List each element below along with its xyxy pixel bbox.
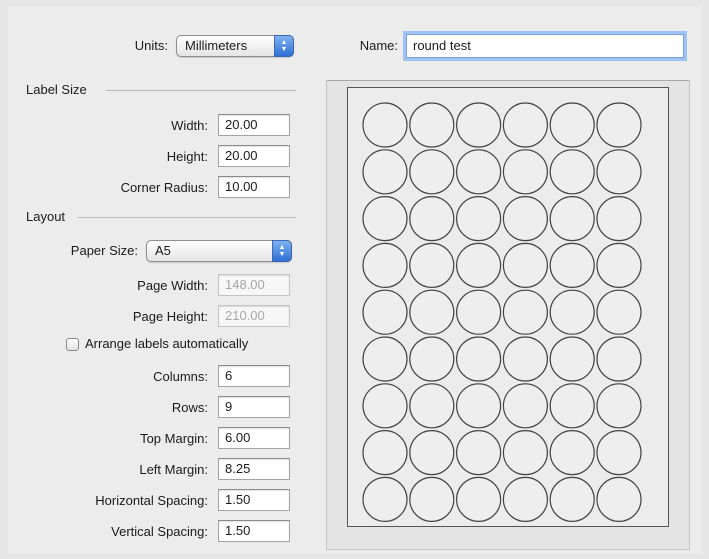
label-circle <box>456 149 502 195</box>
label-circle <box>596 476 642 522</box>
paper-size-popup[interactable]: A5 ▲ ▼ <box>146 240 292 262</box>
arrange-auto-label: Arrange labels automatically <box>85 336 249 351</box>
name-field[interactable]: round test <box>406 34 684 58</box>
top-margin-label: Top Margin: <box>140 431 208 446</box>
popup-arrows-icon: ▲ ▼ <box>274 35 294 57</box>
layout-heading: Layout <box>26 209 66 224</box>
corner-radius-label: Corner Radius: <box>120 180 208 195</box>
label-circle <box>502 476 548 522</box>
page-height-field: 210.00 <box>218 305 290 327</box>
label-circle <box>362 430 408 476</box>
horizontal-spacing-label: Horizontal Spacing: <box>95 493 208 508</box>
width-label: Width: <box>171 118 208 133</box>
label-circle <box>502 196 548 242</box>
vertical-spacing-label: Vertical Spacing: <box>111 524 208 539</box>
label-circle <box>596 102 642 148</box>
label-circle <box>596 242 642 288</box>
label-circle <box>456 430 502 476</box>
left-margin-field[interactable]: 8.25 <box>218 458 290 480</box>
label-circle <box>409 430 455 476</box>
columns-label: Columns: <box>153 369 208 384</box>
label-size-divider <box>106 90 296 91</box>
label-circle <box>502 430 548 476</box>
label-circle <box>596 149 642 195</box>
label-circle <box>596 383 642 429</box>
columns-field[interactable]: 6 <box>218 365 290 387</box>
label-circle <box>549 476 595 522</box>
label-circle <box>549 242 595 288</box>
page-width-label: Page Width: <box>137 278 208 293</box>
height-label: Height: <box>166 149 208 164</box>
label-circle <box>456 102 502 148</box>
label-circle <box>502 149 548 195</box>
label-circle <box>362 289 408 335</box>
label-circle <box>456 383 502 429</box>
label-circle <box>362 102 408 148</box>
width-field[interactable]: 20.00 <box>218 114 290 136</box>
layout-divider <box>78 217 296 218</box>
label-circle <box>409 476 455 522</box>
label-circle <box>362 242 408 288</box>
label-circle <box>549 102 595 148</box>
label-size-heading: Label Size <box>26 82 87 97</box>
top-margin-field[interactable]: 6.00 <box>218 427 290 449</box>
label-circle <box>549 289 595 335</box>
label-circle <box>502 289 548 335</box>
label-circle <box>409 383 455 429</box>
corner-radius-field[interactable]: 10.00 <box>218 176 290 198</box>
units-label: Units: <box>134 38 168 53</box>
label-circle <box>549 430 595 476</box>
label-circle <box>456 242 502 288</box>
label-circle <box>362 149 408 195</box>
label-circle <box>409 196 455 242</box>
label-circle <box>596 336 642 382</box>
left-margin-label: Left Margin: <box>139 462 208 477</box>
label-grid <box>362 102 642 522</box>
vertical-spacing-field[interactable]: 1.50 <box>218 520 290 542</box>
label-circle <box>409 242 455 288</box>
label-circle <box>362 336 408 382</box>
label-circle <box>456 476 502 522</box>
units-value: Millimeters <box>185 38 248 53</box>
rows-field[interactable]: 9 <box>218 396 290 418</box>
label-circle <box>362 196 408 242</box>
popup-arrows-icon: ▲ ▼ <box>272 240 292 262</box>
label-circle <box>596 196 642 242</box>
label-circle <box>502 336 548 382</box>
rows-label: Rows: <box>171 400 208 415</box>
paper-size-value: A5 <box>155 243 171 258</box>
label-circle <box>362 476 408 522</box>
label-circle <box>502 102 548 148</box>
paper-preview <box>347 87 669 527</box>
units-popup[interactable]: Millimeters ▲ ▼ <box>176 35 294 57</box>
page-width-field: 148.00 <box>218 274 290 296</box>
label-circle <box>409 336 455 382</box>
label-circle <box>409 289 455 335</box>
label-circle <box>549 383 595 429</box>
arrange-auto-checkbox[interactable] <box>66 338 79 351</box>
paper-size-label: Paper Size: <box>70 243 138 258</box>
label-circle <box>456 289 502 335</box>
label-circle <box>502 383 548 429</box>
label-circle <box>549 149 595 195</box>
label-circle <box>456 336 502 382</box>
label-circle <box>596 289 642 335</box>
page-height-label: Page Height: <box>132 309 208 324</box>
name-label: Name: <box>359 38 398 53</box>
label-circle <box>596 430 642 476</box>
label-circle <box>409 102 455 148</box>
label-circle <box>456 196 502 242</box>
label-circle <box>502 242 548 288</box>
horizontal-spacing-field[interactable]: 1.50 <box>218 489 290 511</box>
label-setup-panel: Units: Millimeters ▲ ▼ Name: round test L… <box>8 6 702 554</box>
label-circle <box>362 383 408 429</box>
height-field[interactable]: 20.00 <box>218 145 290 167</box>
label-circle <box>409 149 455 195</box>
label-circle <box>549 196 595 242</box>
label-preview-well <box>326 80 690 550</box>
label-circle <box>549 336 595 382</box>
